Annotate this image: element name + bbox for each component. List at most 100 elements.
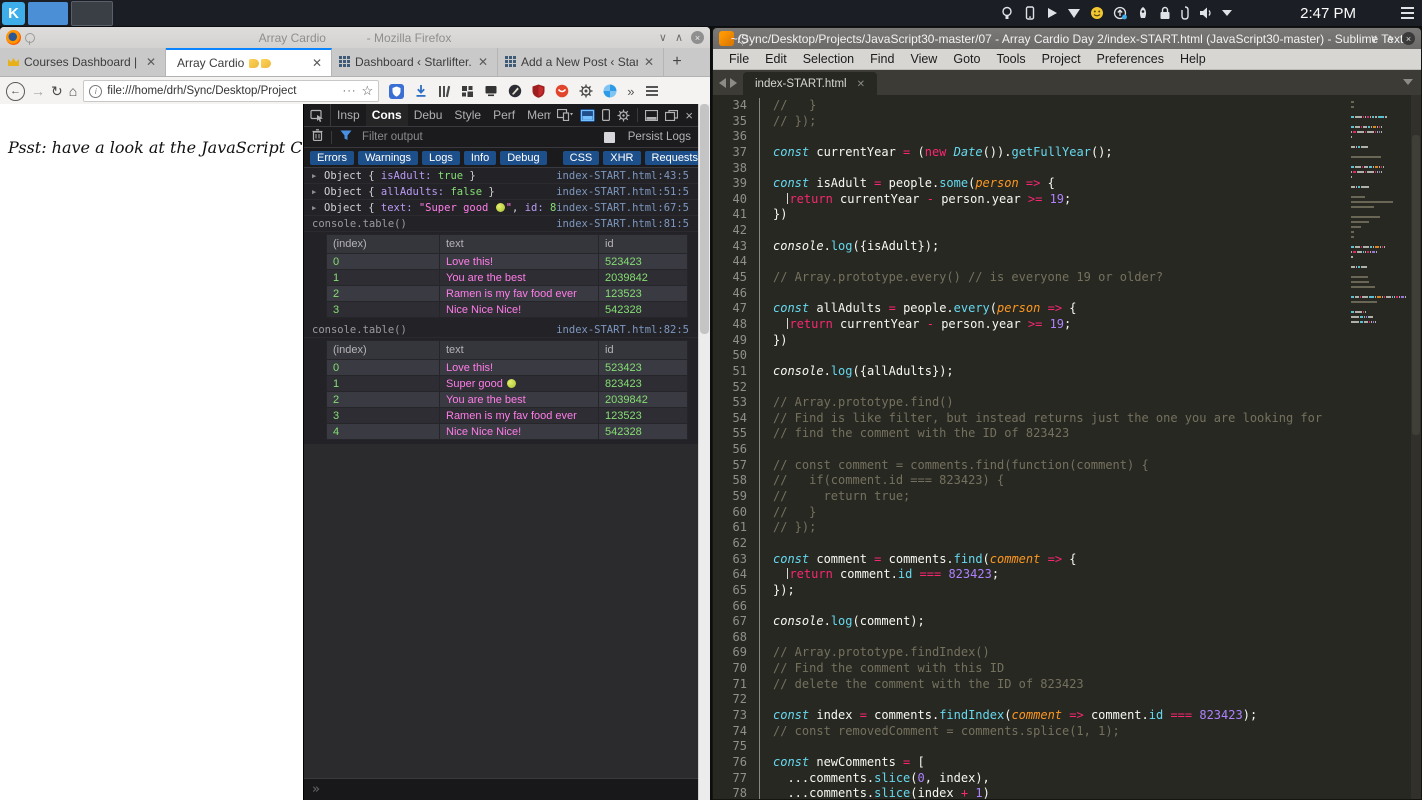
filter-pill-debug[interactable]: Debug bbox=[500, 150, 547, 165]
tab-index-start[interactable]: index-START.html ✕ bbox=[743, 72, 877, 96]
back-button[interactable]: ← bbox=[6, 81, 25, 101]
tab-list-dropdown-icon[interactable] bbox=[1403, 79, 1413, 85]
pinwheel-addon-icon[interactable] bbox=[603, 84, 617, 98]
menu-file[interactable]: File bbox=[721, 52, 757, 66]
code-editor[interactable]: 34// } 35// }); 36 37 const currentYear = (… bbox=[713, 95, 1421, 799]
page-actions-icon[interactable]: ··· bbox=[343, 85, 357, 97]
filter-pill-css[interactable]: CSS bbox=[562, 150, 600, 165]
source-link[interactable]: index-START.html:67:5 bbox=[556, 202, 689, 214]
tab-close-icon[interactable]: ✕ bbox=[144, 55, 158, 69]
devtools-tab-cons[interactable]: Cons bbox=[365, 104, 408, 126]
app-tray-icon[interactable] bbox=[1136, 6, 1150, 20]
lock-icon[interactable] bbox=[1159, 6, 1171, 20]
next-tab-icon[interactable] bbox=[730, 78, 737, 88]
taskbar-window-2[interactable] bbox=[71, 0, 113, 26]
console-empty-area[interactable] bbox=[304, 444, 699, 778]
devtools-tab-style[interactable]: Style bbox=[448, 104, 487, 126]
menu-view[interactable]: View bbox=[902, 52, 945, 66]
expand-triangle-icon[interactable]: ▶ bbox=[312, 204, 324, 212]
responsive-design-icon[interactable] bbox=[557, 109, 574, 121]
filter-output-input[interactable] bbox=[360, 130, 596, 144]
split-console-icon[interactable] bbox=[580, 108, 596, 122]
source-link[interactable]: index-START.html:82:5 bbox=[556, 324, 689, 336]
minimap[interactable] bbox=[1351, 101, 1407, 326]
smartphone-icon[interactable] bbox=[1023, 6, 1037, 20]
filter-pill-errors[interactable]: Errors bbox=[310, 150, 354, 165]
updates-icon[interactable] bbox=[1113, 6, 1127, 20]
pen-addon-icon[interactable] bbox=[508, 84, 522, 98]
menu-find[interactable]: Find bbox=[862, 52, 902, 66]
volume-icon[interactable] bbox=[1199, 6, 1213, 20]
menu-project[interactable]: Project bbox=[1034, 52, 1089, 66]
tab-close-icon[interactable]: ✕ bbox=[310, 56, 324, 70]
tab-add-new-post[interactable]: Add a New Post ‹ Starlifter.N ✕ bbox=[498, 48, 664, 76]
screen-addon-icon[interactable] bbox=[484, 85, 498, 97]
sublime-titlebar[interactable]: ~/Sync/Desktop/Projects/JavaScript30-mas… bbox=[713, 28, 1421, 49]
filter-pill-info[interactable]: Info bbox=[463, 150, 497, 165]
close-devtools-icon[interactable]: × bbox=[685, 109, 693, 122]
firefox-titlebar[interactable]: Array Cardio - Mozilla Firefox ∨ ∧ × bbox=[0, 27, 710, 48]
taskbar-window-1[interactable] bbox=[28, 1, 68, 25]
apps-grid-icon[interactable] bbox=[461, 85, 474, 98]
menu-goto[interactable]: Goto bbox=[945, 52, 988, 66]
app-launcher-button[interactable]: K bbox=[2, 1, 25, 25]
network-icon[interactable] bbox=[1067, 7, 1081, 19]
popup-autohide-icon[interactable] bbox=[602, 109, 611, 121]
orange-circle-addon-icon[interactable] bbox=[555, 84, 569, 98]
maximize-button[interactable]: ∧ bbox=[675, 31, 683, 44]
filter-pill-logs[interactable]: Logs bbox=[422, 150, 460, 165]
filter-pill-requests[interactable]: Requests bbox=[644, 150, 705, 165]
download-icon[interactable] bbox=[414, 84, 428, 98]
expand-triangle-icon[interactable]: ▶ bbox=[312, 188, 324, 196]
maximize-button[interactable]: ∧ bbox=[1386, 32, 1394, 45]
menu-preferences[interactable]: Preferences bbox=[1089, 52, 1172, 66]
expand-triangle-icon[interactable]: ▶ bbox=[312, 172, 324, 180]
editor-scrollbar[interactable] bbox=[1411, 95, 1421, 799]
dock-bottom-icon[interactable] bbox=[645, 109, 659, 121]
tab-dashboard-starlifter[interactable]: Dashboard ‹ Starlifter.NZ — ✕ bbox=[332, 48, 498, 76]
red-shield-addon-icon[interactable] bbox=[532, 84, 545, 98]
minimize-button[interactable]: ∨ bbox=[659, 31, 667, 44]
tab-courses-dashboard[interactable]: Courses Dashboard | Wes B ✕ bbox=[0, 48, 166, 76]
library-icon[interactable] bbox=[438, 85, 451, 98]
menu-help[interactable]: Help bbox=[1172, 52, 1214, 66]
tab-close-icon[interactable]: ✕ bbox=[476, 55, 490, 69]
idea-icon[interactable] bbox=[1000, 6, 1014, 20]
panel-toggle-icon[interactable] bbox=[1401, 7, 1414, 19]
tab-close-icon[interactable]: ✕ bbox=[642, 55, 656, 69]
overflow-chevrons-icon[interactable]: » bbox=[627, 84, 634, 99]
console-command-line[interactable]: » bbox=[304, 778, 699, 800]
gear-addon-icon[interactable] bbox=[579, 84, 593, 98]
page-info-icon[interactable]: i bbox=[89, 84, 103, 98]
tab-close-icon[interactable]: ✕ bbox=[857, 79, 865, 90]
page-scrollbar[interactable] bbox=[698, 104, 710, 800]
filter-funnel-icon[interactable] bbox=[340, 128, 352, 146]
minimize-button[interactable]: ∨ bbox=[1370, 32, 1378, 45]
new-tab-button[interactable]: + bbox=[664, 48, 690, 76]
bookmark-star-icon[interactable]: ☆ bbox=[362, 83, 374, 99]
emoji-status-icon[interactable] bbox=[1090, 6, 1104, 20]
source-link[interactable]: index-START.html:43:5 bbox=[556, 170, 689, 182]
node-picker-icon[interactable] bbox=[304, 104, 331, 126]
devtools-tab-debu[interactable]: Debu bbox=[408, 104, 449, 126]
shield-addon-icon[interactable] bbox=[389, 83, 405, 99]
persist-logs-checkbox[interactable] bbox=[603, 131, 615, 143]
devtools-tab-perf[interactable]: Perf bbox=[487, 104, 521, 126]
url-bar[interactable]: i file:///home/drh/Sync/Desktop/Project … bbox=[83, 80, 380, 102]
filter-pill-xhr[interactable]: XHR bbox=[603, 150, 641, 165]
prev-tab-icon[interactable] bbox=[719, 78, 726, 88]
forward-button[interactable]: → bbox=[31, 84, 45, 98]
separate-window-icon[interactable] bbox=[665, 109, 679, 121]
media-play-icon[interactable] bbox=[1046, 7, 1058, 19]
source-link[interactable]: index-START.html:51:5 bbox=[556, 186, 689, 198]
tab-array-cardio[interactable]: Array Cardio ✕ bbox=[166, 48, 332, 76]
clear-console-icon[interactable] bbox=[312, 128, 323, 146]
source-link[interactable]: index-START.html:81:5 bbox=[556, 218, 689, 230]
menu-icon[interactable] bbox=[646, 86, 659, 96]
menu-edit[interactable]: Edit bbox=[757, 52, 795, 66]
devtools-tab-mem[interactable]: Mem bbox=[521, 104, 551, 126]
url-text[interactable]: file:///home/drh/Sync/Desktop/Project bbox=[107, 85, 337, 97]
home-button[interactable]: ⌂ bbox=[69, 84, 77, 98]
settings-gear-icon[interactable] bbox=[617, 109, 630, 122]
filter-pill-warnings[interactable]: Warnings bbox=[357, 150, 419, 165]
